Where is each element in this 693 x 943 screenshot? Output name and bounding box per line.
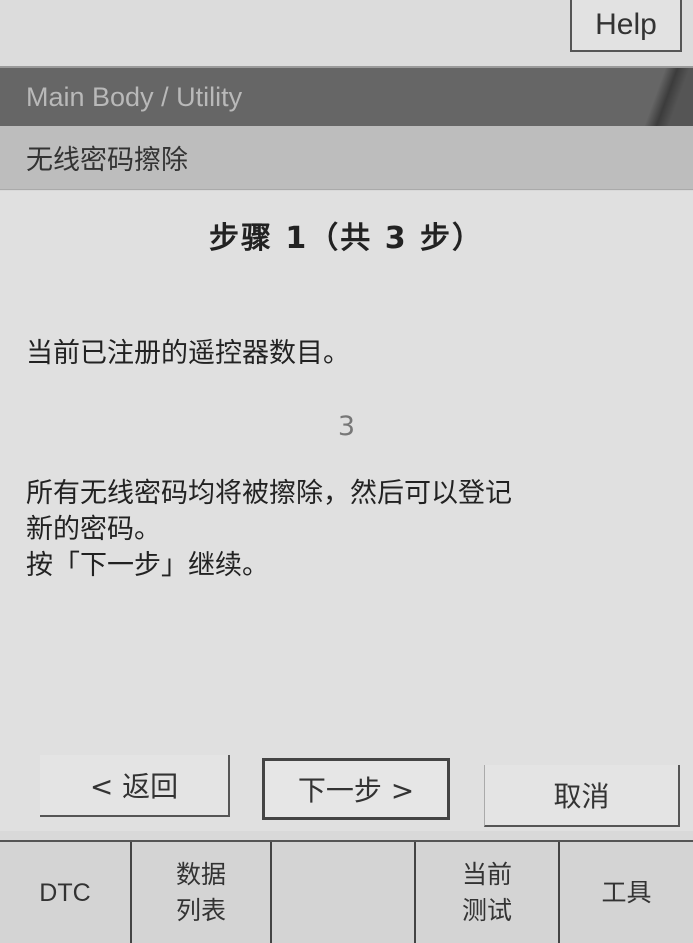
back-button[interactable]: < 返回 (40, 755, 230, 817)
instructions-line-3: 按「下一步」继续。 (26, 550, 269, 581)
tab-current-test-label-2: 测试 (461, 895, 512, 925)
instructions-line-1: 所有无线密码均将被擦除，然后可以登记 (26, 478, 512, 509)
breadcrumb-text: Main Body / Utility (26, 81, 243, 112)
top-bar: Help (0, 0, 693, 68)
cancel-button[interactable]: 取消 (484, 765, 680, 827)
bottom-tab-bar: DTC 数据 列表 当前 测试 工具 (0, 840, 693, 943)
tab-data-list[interactable]: 数据 列表 (132, 842, 272, 943)
instructions: 所有无线密码均将被擦除，然后可以登记 新的密码。 按「下一步」继续。 (26, 476, 666, 584)
screen-title: 无线密码擦除 (26, 145, 188, 176)
registered-remotes-label: 当前已注册的遥控器数目。 (26, 338, 350, 369)
tab-current-test-label-1: 当前 (461, 859, 512, 889)
tab-tools-label: 工具 (601, 877, 652, 907)
screen-title-bar: 无线密码擦除 (0, 126, 693, 190)
tab-tools[interactable]: 工具 (560, 842, 693, 943)
tab-dtc-label: DTC (39, 878, 91, 907)
tab-data-list-label-1: 数据 (175, 859, 226, 889)
main-content: 步骤 1（共 3 步） 当前已注册的遥控器数目。 3 所有无线密码均将被擦除，然… (0, 191, 693, 831)
tab-current-test[interactable]: 当前 测试 (416, 842, 560, 943)
breadcrumb-decoration (633, 68, 693, 126)
tab-data-list-label-2: 列表 (175, 895, 226, 925)
registered-remotes-count: 3 (337, 411, 356, 442)
instructions-line-2: 新的密码。 (26, 514, 161, 545)
breadcrumb: Main Body / Utility (0, 68, 693, 126)
next-button[interactable]: 下一步 > (262, 758, 450, 820)
step-heading: 步骤 1（共 3 步） (208, 221, 485, 256)
tab-dtc[interactable]: DTC (0, 842, 132, 943)
help-button[interactable]: Help (570, 0, 682, 52)
tab-empty[interactable] (272, 842, 416, 943)
